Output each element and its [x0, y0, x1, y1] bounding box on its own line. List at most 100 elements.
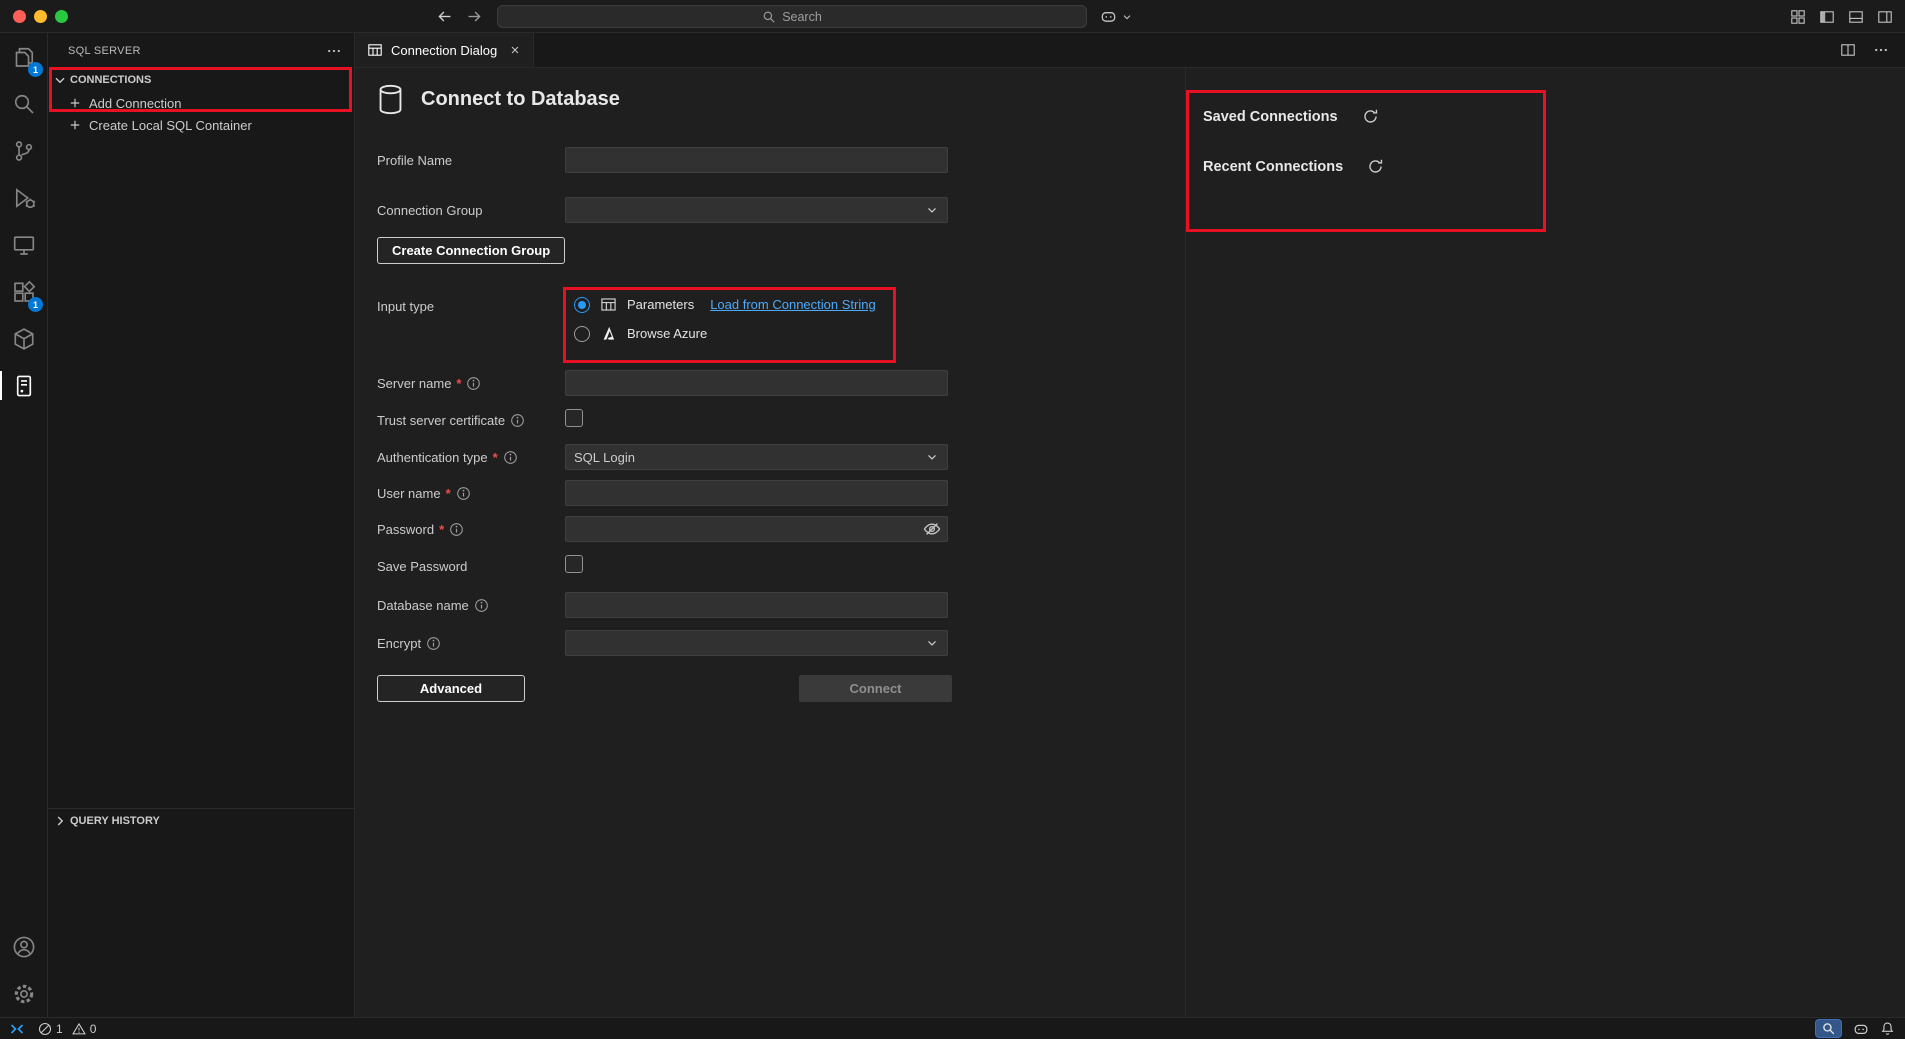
activity-source-control[interactable]	[0, 127, 47, 174]
problems-status[interactable]: 1 0	[38, 1022, 96, 1036]
create-connection-group-button[interactable]: Create Connection Group	[377, 237, 565, 264]
toggle-password-visibility-button[interactable]	[923, 520, 941, 538]
warning-count: 0	[90, 1022, 97, 1036]
user-name-input[interactable]	[565, 480, 948, 506]
input-type-label: Input type	[377, 299, 434, 314]
info-icon	[449, 522, 464, 537]
activity-accounts[interactable]	[0, 923, 47, 970]
connections-section-header[interactable]: CONNECTIONS	[48, 68, 354, 92]
add-connection-item[interactable]: Add Connection	[48, 92, 354, 114]
split-editor-button[interactable]	[1840, 42, 1856, 58]
info-icon	[466, 376, 481, 391]
add-icon	[68, 118, 82, 132]
info-icon	[474, 598, 489, 613]
required-marker: *	[493, 450, 498, 465]
query-history-label: QUERY HISTORY	[70, 815, 160, 827]
info-icon	[426, 636, 441, 651]
server-name-label: Server name	[377, 376, 451, 391]
connections-side-panel: Saved Connections Recent Connections	[1185, 68, 1905, 1017]
parameters-radio-label: Parameters	[627, 297, 694, 312]
warning-icon	[72, 1022, 86, 1036]
navigate-forward-icon[interactable]	[466, 8, 483, 25]
close-window-button[interactable]	[13, 10, 26, 23]
encrypt-select[interactable]	[565, 630, 948, 656]
browse-azure-radio[interactable]	[574, 326, 590, 342]
activity-remote-explorer[interactable]	[0, 221, 47, 268]
source-control-icon	[12, 139, 36, 163]
extensions-badge: 1	[28, 297, 43, 312]
authentication-type-label: Authentication type	[377, 450, 488, 465]
toggle-panel-button[interactable]	[1848, 9, 1864, 25]
activity-search[interactable]	[0, 80, 47, 127]
chevron-down-icon	[925, 203, 939, 217]
remote-explorer-icon	[12, 233, 36, 257]
query-history-section-header[interactable]: QUERY HISTORY	[48, 809, 354, 833]
minimize-window-button[interactable]	[34, 10, 47, 23]
trust-server-certificate-label: Trust server certificate	[377, 413, 505, 428]
activity-explorer[interactable]: 1	[0, 33, 47, 80]
editor-tab-bar: Connection Dialog	[355, 33, 1905, 68]
gear-icon	[12, 982, 36, 1006]
toggle-secondary-sidebar-button[interactable]	[1877, 9, 1893, 25]
tab-label: Connection Dialog	[391, 43, 497, 58]
command-center-search[interactable]: Search	[497, 5, 1087, 28]
chevron-right-icon	[52, 813, 68, 829]
navigate-back-icon[interactable]	[436, 8, 453, 25]
browse-azure-radio-label: Browse Azure	[627, 326, 707, 341]
chevron-down-icon	[925, 636, 939, 650]
activity-containers[interactable]	[0, 315, 47, 362]
search-placeholder: Search	[782, 10, 822, 24]
copilot-menu-button[interactable]	[1100, 0, 1133, 33]
saved-connections-title: Saved Connections	[1203, 109, 1338, 125]
database-name-label: Database name	[377, 598, 469, 613]
authentication-type-select[interactable]: SQL Login	[565, 444, 948, 470]
trust-server-certificate-checkbox[interactable]	[565, 409, 583, 427]
required-marker: *	[439, 522, 444, 537]
advanced-button[interactable]: Advanced	[377, 675, 525, 702]
activity-bar: 1 1	[0, 33, 48, 1017]
sidebar-sql-server: SQL SERVER CONNECTIONS Add Connection Cr…	[48, 33, 355, 1017]
required-marker: *	[456, 376, 461, 391]
activity-sql-server[interactable]	[0, 362, 47, 409]
toggle-primary-sidebar-button[interactable]	[1819, 9, 1835, 25]
dialog-title: Connect to Database	[421, 88, 620, 111]
refresh-saved-connections-button[interactable]	[1362, 108, 1379, 125]
connect-button[interactable]: Connect	[799, 675, 952, 702]
activity-run-debug[interactable]	[0, 174, 47, 221]
remote-indicator[interactable]	[0, 1018, 34, 1039]
parameters-radio[interactable]	[574, 297, 590, 313]
close-tab-button[interactable]	[509, 44, 521, 56]
save-password-checkbox[interactable]	[565, 555, 583, 573]
remote-icon	[8, 1021, 26, 1037]
chevron-down-icon	[1121, 11, 1133, 23]
profile-name-input[interactable]	[565, 147, 948, 173]
create-local-sql-container-label: Create Local SQL Container	[89, 118, 252, 133]
editor-more-actions-button[interactable]	[1873, 42, 1889, 58]
user-name-label: User name	[377, 486, 441, 501]
password-input[interactable]	[565, 516, 948, 542]
zoom-status-button[interactable]	[1815, 1019, 1842, 1038]
activity-extensions[interactable]: 1	[0, 268, 47, 315]
connection-group-label: Connection Group	[377, 203, 483, 218]
sidebar-more-actions-button[interactable]	[326, 43, 342, 59]
create-local-sql-container-item[interactable]: Create Local SQL Container	[48, 114, 354, 136]
connection-group-select[interactable]	[565, 197, 948, 223]
refresh-recent-connections-button[interactable]	[1367, 158, 1384, 175]
required-marker: *	[446, 486, 451, 501]
tab-connection-dialog[interactable]: Connection Dialog	[355, 33, 534, 67]
load-from-connection-string-link[interactable]: Load from Connection String	[710, 297, 875, 312]
error-count: 1	[56, 1022, 63, 1036]
activity-settings[interactable]	[0, 970, 47, 1017]
window-controls	[13, 10, 68, 23]
copilot-status-button[interactable]	[1853, 1021, 1869, 1037]
chevron-down-icon	[52, 72, 68, 88]
save-password-label: Save Password	[377, 559, 467, 574]
server-name-input[interactable]	[565, 370, 948, 396]
info-icon	[510, 413, 525, 428]
maximize-window-button[interactable]	[55, 10, 68, 23]
parameters-icon	[600, 296, 617, 313]
customize-layout-button[interactable]	[1790, 9, 1806, 25]
search-icon	[762, 10, 776, 24]
notifications-bell-button[interactable]	[1880, 1021, 1895, 1036]
database-name-input[interactable]	[565, 592, 948, 618]
